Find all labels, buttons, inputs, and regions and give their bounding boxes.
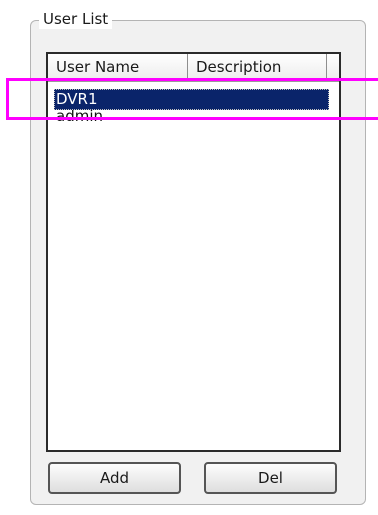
list-item-name: admin <box>56 110 103 122</box>
user-list-view[interactable]: User Name Description DVR1 admin <box>46 52 341 452</box>
column-header-user-name[interactable]: User Name <box>48 54 188 81</box>
column-header-filler <box>327 54 339 81</box>
list-item-dvr1[interactable]: DVR1 <box>54 89 329 110</box>
group-title: User List <box>39 9 113 29</box>
user-list-panel: User List User Name Description DVR1 adm… <box>0 0 378 515</box>
column-header-description[interactable]: Description <box>188 54 327 81</box>
list-item-name: DVR1 <box>56 90 98 108</box>
list-item-admin[interactable]: admin <box>54 110 329 122</box>
list-header: User Name Description <box>48 54 339 82</box>
list-body: DVR1 admin <box>48 89 339 122</box>
add-button[interactable]: Add <box>48 462 181 494</box>
del-button[interactable]: Del <box>204 462 337 494</box>
